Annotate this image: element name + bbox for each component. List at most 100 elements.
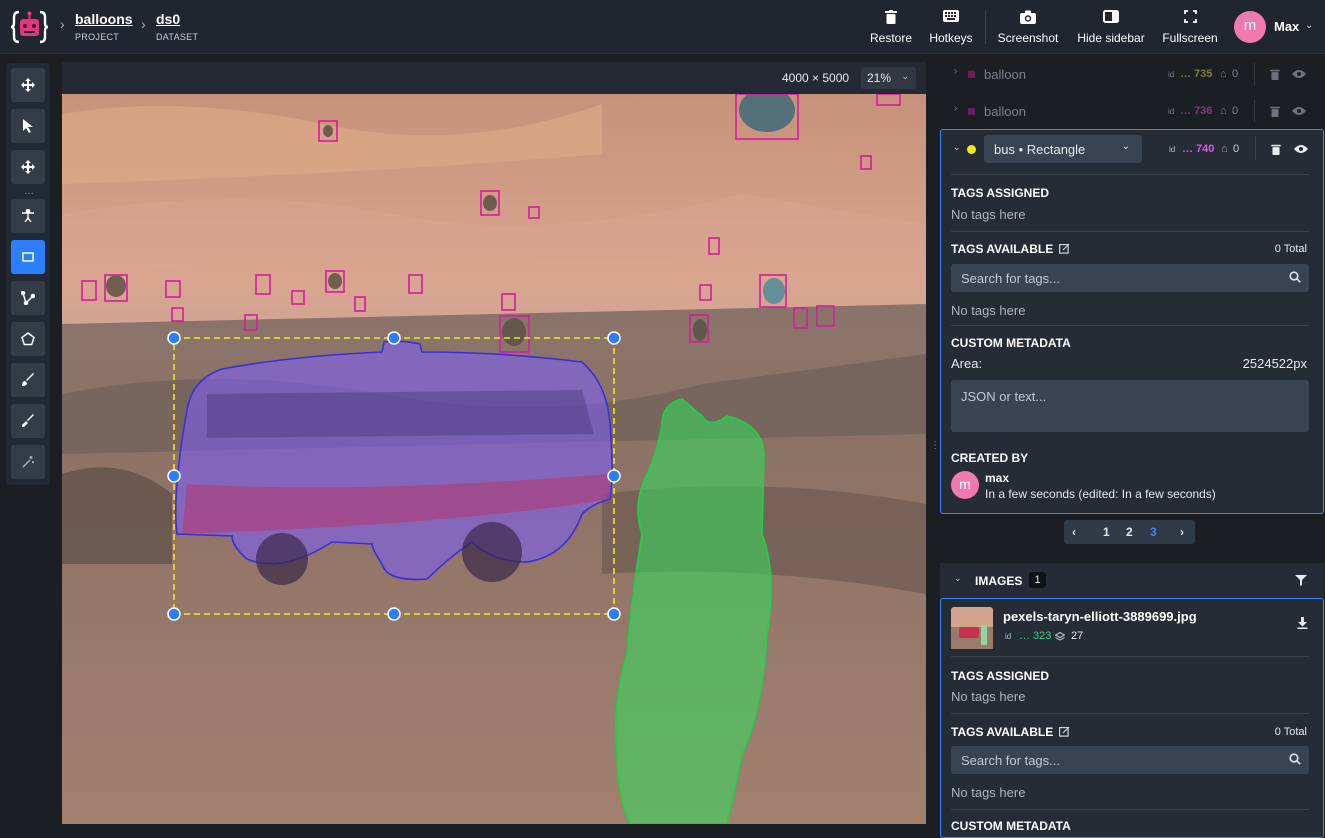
chevron-down-icon[interactable]: ⌄ [1305,20,1313,31]
custom-metadata-title: CUSTOM METADATA [951,336,1071,350]
polyline-icon [21,291,35,305]
eraser-icon [22,414,34,427]
page-button[interactable]: 1 [1103,525,1110,539]
image-filename[interactable]: pexels-taryn-elliott-3889699.jpg [1003,609,1197,624]
tags-assigned-title: TAGS ASSIGNED [951,186,1050,200]
dataset-name[interactable]: ds0 [156,11,198,27]
eye-icon[interactable] [1294,144,1308,154]
filter-icon[interactable] [1295,574,1307,586]
image-tag-search-input[interactable]: Search for tags... [951,746,1309,774]
screenshot-label: Screenshot [997,31,1059,45]
bus-wheel [462,522,522,582]
breadcrumb-dataset[interactable]: ds0 DATASET [156,11,198,42]
delete-icon[interactable] [1270,69,1280,80]
drag-tool-button[interactable] [11,150,45,184]
chevron-down-icon: ⌄ [901,71,909,81]
user-avatar[interactable]: m [1234,11,1266,43]
annotation-toolbar: … [6,63,50,485]
smart-tool-button[interactable] [11,445,45,479]
rectangle-tool-button[interactable] [11,240,45,274]
tag-search-input[interactable]: Search for tags... [951,264,1309,292]
image-thumbnail[interactable] [951,607,993,649]
chevron-down-icon[interactable]: ⌄ [954,573,962,584]
trash-icon [885,10,897,24]
image-layer-count: 27 [1071,630,1084,642]
hide-sidebar-button[interactable]: Hide sidebar [1075,10,1147,45]
fullscreen-icon [1183,10,1197,23]
search-icon [1289,753,1301,765]
toolbar-divider [985,10,986,44]
id-label: id [1169,145,1176,154]
tags-available-title: TAGS AVAILABLE [951,242,1054,256]
restore-button[interactable]: Restore [870,10,912,45]
images-panel-header[interactable]: ⌄ IMAGES 1 [940,563,1324,599]
annotated-image[interactable] [62,94,926,824]
delete-icon[interactable] [1271,144,1281,155]
object-row[interactable]: › balloon id … 735 ⌂ 0 [940,56,1324,92]
move-arrows-icon [21,78,35,92]
chevron-right-icon[interactable]: › [954,66,957,77]
select-tool-button[interactable] [11,109,45,143]
image-tag-search-placeholder: Search for tags... [961,753,1060,768]
project-name[interactable]: balloons [75,11,133,27]
screenshot-button[interactable]: Screenshot [996,10,1060,45]
edit-icon[interactable] [1059,726,1070,737]
download-icon[interactable] [1297,617,1308,629]
image-id: … 323 [1019,630,1052,642]
brush-tool-button[interactable] [11,363,45,397]
divider [951,656,1309,657]
divider [1254,100,1255,122]
object-tag-count: 0 [1232,68,1239,80]
class-color-swatch [968,71,975,78]
selected-object-card: ⌄ bus • Rectangle ⌄ id … 740 ⌂ 0 TAGS AS… [940,129,1324,514]
canvas-header: 4000 × 5000 21% ⌄ [62,62,926,94]
more-tools-icon: … [24,186,34,197]
robot-logo-icon[interactable] [10,8,50,46]
object-id: … 736 [1180,105,1213,117]
creator-timestamp: In a few seconds (edited: In a few secon… [985,487,1216,501]
skeleton-icon [22,209,34,223]
user-name[interactable]: Max [1274,19,1299,34]
hotkeys-button[interactable]: Hotkeys [927,10,975,45]
rectangle-icon [22,252,34,262]
object-row[interactable]: › balloon id … 736 ⌂ 0 [940,93,1324,129]
chevron-right-icon[interactable]: › [954,103,957,114]
sidebar-resize-handle[interactable]: ⋮ [930,440,940,451]
fullscreen-button[interactable]: Fullscreen [1160,10,1220,45]
skeleton-tool-button[interactable] [11,199,45,233]
image-canvas[interactable]: 4000 × 5000 21% ⌄ [62,62,926,824]
polyline-tool-button[interactable] [11,281,45,315]
divider [1254,63,1255,85]
zoom-select[interactable]: 21% ⌄ [861,67,916,89]
breadcrumb-project[interactable]: balloons PROJECT [75,11,133,42]
edit-icon[interactable] [1059,243,1070,254]
layers-icon [1055,632,1065,641]
annotation-layer[interactable] [62,94,926,824]
pan-tool-button[interactable] [11,68,45,102]
chevron-down-icon[interactable]: ⌄ [953,142,961,153]
page-button[interactable]: 2 [1126,525,1133,539]
metadata-textarea[interactable]: JSON or text... [951,380,1309,432]
polygon-tool-button[interactable] [11,322,45,356]
eye-icon[interactable] [1292,69,1306,79]
hide-sidebar-label: Hide sidebar [1077,31,1145,45]
created-by-title: CREATED BY [951,451,1029,465]
id-label: id [1005,632,1012,641]
delete-icon[interactable] [1270,106,1280,117]
drag-arrows-icon [21,160,35,174]
chevron-down-icon: ⌄ [1121,141,1130,152]
class-color-dot [967,145,976,154]
tag-icon: ⌂ [1220,68,1227,80]
divider [951,325,1309,326]
next-page-button[interactable]: › [1180,525,1184,539]
keyboard-icon [943,10,959,22]
area-label: Area: [951,356,983,371]
eye-icon[interactable] [1292,106,1306,116]
images-count-badge: 1 [1029,572,1046,588]
page-button-current[interactable]: 3 [1150,525,1157,539]
eraser-tool-button[interactable] [11,404,45,438]
bus-annotation[interactable] [174,340,613,581]
class-select[interactable]: bus • Rectangle ⌄ [984,135,1142,163]
image-custom-metadata-title: CUSTOM METADATA [951,819,1071,833]
prev-page-button[interactable]: ‹ [1072,525,1076,539]
